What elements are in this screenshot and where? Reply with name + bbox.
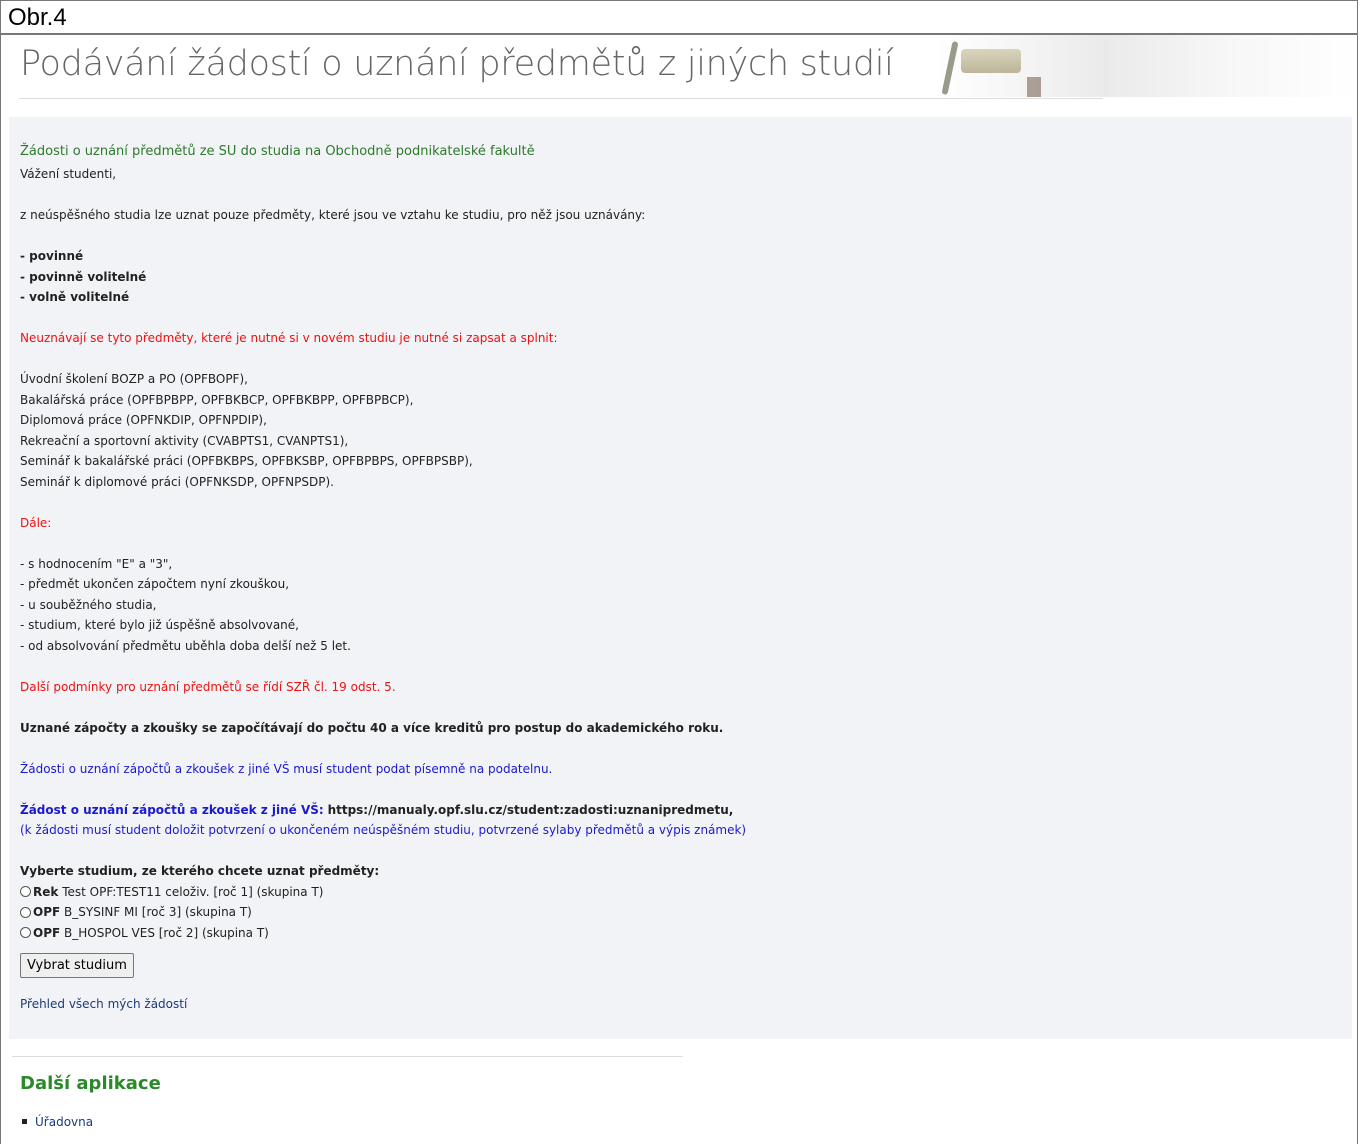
other-app-link[interactable]: Úřadovna (35, 1115, 93, 1129)
not-recognized-item: Seminář k diplomové práci (OPFNKSDP, OPF… (20, 474, 334, 489)
further-item: - s hodnocením "E" a "3", (20, 556, 173, 571)
main-content: Žádosti o uznání předmětů ze SU do studi… (20, 142, 1340, 1015)
title-divider (19, 98, 1103, 99)
all-requests-link[interactable]: Přehled všech mých žádostí (20, 997, 187, 1011)
study-option-faculty: Rek (33, 884, 59, 899)
intro-text: z neúspěšného studia lze uznat pouze pře… (20, 208, 646, 222)
banner-shape (1027, 77, 1041, 97)
further-heading: Dále: (20, 515, 52, 530)
request-link-url[interactable]: https://manualy.opf.slu.cz/student:zados… (328, 803, 734, 817)
further-item: - studium, které bylo již úspěšně absolv… (20, 618, 299, 632)
page-header: Podávání žádostí o uznání předmětů z jin… (1, 35, 1357, 117)
allowed-type-item: - povinně volitelné (20, 269, 147, 284)
study-option[interactable]: OPF B_SYSINF MI [roč 3] (skupina T) (20, 902, 1340, 923)
section-heading: Žádosti o uznání předmětů ze SU do studi… (20, 144, 535, 159)
study-option-faculty: OPF (33, 925, 61, 940)
greeting-text: Vážení studenti, (20, 167, 117, 181)
banner-shape (961, 49, 1021, 73)
not-recognized-item: Bakalářská práce (OPFBPBPP, OPFBKBCP, OP… (20, 392, 414, 407)
select-study-button[interactable]: Vybrat studium (20, 953, 134, 978)
study-option[interactable]: Rek Test OPF:TEST11 celoživ. [roč 1] (sk… (20, 882, 1340, 903)
submission-note: Žádosti o uznání zápočtů a zkoušek z jin… (20, 761, 553, 776)
request-link-label: Žádost o uznání zápočtů a zkoušek z jiné… (20, 802, 324, 817)
figure-label: Obr.4 (1, 1, 1357, 35)
select-prompt: Vyberte studium, ze kterého chcete uznat… (20, 864, 380, 878)
not-recognized-item: Rekreační a sportovní aktivity (CVABPTS1… (20, 433, 349, 448)
further-item: - od absolvování předmětu uběhla doba de… (20, 638, 351, 653)
further-item: - u souběžného studia, (20, 597, 157, 612)
not-recognized-item: Seminář k bakalářské práci (OPFBKBPS, OP… (20, 454, 473, 468)
further-item: - předmět ukončen zápočtem nyní zkouškou… (20, 577, 290, 591)
not-recognized-heading: Neuznávají se tyto předměty, které je nu… (20, 331, 558, 345)
study-option-label: Test OPF:TEST11 celoživ. [roč 1] (skupin… (62, 884, 324, 899)
radio-button[interactable] (20, 886, 31, 898)
radio-button[interactable] (20, 906, 31, 918)
other-apps-list: Úřadovna (20, 1113, 93, 1131)
banner-shape (941, 40, 959, 96)
credits-note: Uznané zápočty a zkoušky se započítávají… (20, 720, 724, 735)
conditions-note: Další podmínky pro uznání předmětů se ří… (20, 679, 396, 694)
not-recognized-item: Úvodní školení BOZP a PO (OPFBOPF), (20, 372, 248, 386)
study-option-label: B_HOSPOL VES [roč 2] (skupina T) (64, 925, 269, 940)
allowed-type-item: - volně volitelné (20, 290, 130, 304)
request-link-note: (k žádosti musí student doložit potvrzen… (20, 823, 747, 837)
header-banner-image (937, 35, 1357, 97)
bottom-divider (12, 1056, 683, 1057)
not-recognized-item: Diplomová práce (OPFNKDIP, OPFNPDIP), (20, 413, 267, 427)
radio-button[interactable] (20, 927, 31, 939)
study-option-label: B_SYSINF MI [roč 3] (skupina T) (64, 905, 252, 919)
study-option[interactable]: OPF B_HOSPOL VES [roč 2] (skupina T) (20, 923, 1340, 944)
other-apps-heading: Další aplikace (20, 1073, 161, 1094)
allowed-type-item: - povinné (20, 249, 84, 263)
request-link-line: Žádost o uznání zápočtů a zkoušek z jiné… (20, 800, 1340, 821)
study-option-faculty: OPF (33, 905, 61, 919)
page-title: Podávání žádostí o uznání předmětů z jin… (20, 44, 894, 84)
